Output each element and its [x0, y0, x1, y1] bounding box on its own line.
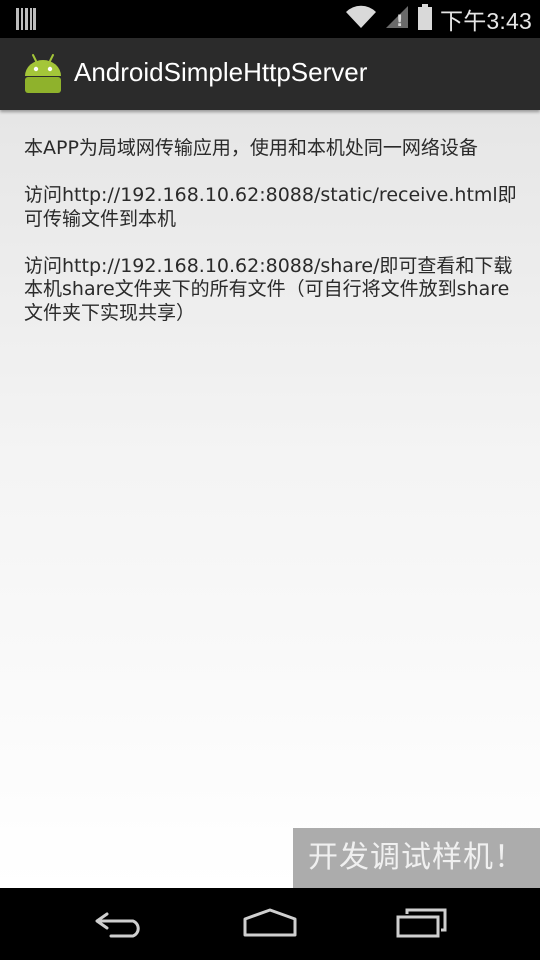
home-icon	[242, 908, 298, 942]
barcode-icon	[16, 8, 36, 30]
info-paragraph-lan: 本APP为局域网传输应用，使用和本机处同一网络设备	[24, 137, 478, 159]
recent-apps-button[interactable]	[382, 902, 462, 948]
recent-apps-icon	[395, 908, 449, 942]
info-text-block: 本APP为局域网传输应用，使用和本机处同一网络设备 访问http://192.1…	[24, 137, 520, 349]
status-bar: ! 下午3:43	[0, 0, 540, 38]
back-icon	[93, 908, 147, 942]
svg-text:!: !	[396, 11, 403, 29]
screen: ! 下午3:43 AndroidSimpleHttpServer 本APP为局域…	[0, 0, 540, 960]
app-title: AndroidSimpleHttpServer	[74, 57, 368, 87]
battery-icon	[418, 4, 433, 34]
navigation-bar	[0, 888, 540, 960]
main-content: 本APP为局域网传输应用，使用和本机处同一网络设备 访问http://192.1…	[0, 110, 540, 888]
debug-watermark: 开发调试样机！	[293, 828, 540, 888]
signal-icon: !	[384, 5, 410, 33]
info-paragraph-share-url: 访问http://192.168.10.62:8088/share/即可查看和下…	[24, 254, 513, 324]
wifi-icon	[346, 5, 377, 33]
action-bar: AndroidSimpleHttpServer	[0, 38, 540, 110]
info-paragraph-upload-url: 访问http://192.168.10.62:8088/static/recei…	[24, 184, 517, 230]
android-robot-icon[interactable]	[22, 52, 64, 94]
home-button[interactable]	[230, 902, 310, 948]
back-button[interactable]	[80, 902, 160, 948]
status-time: 下午3:43	[440, 8, 532, 34]
